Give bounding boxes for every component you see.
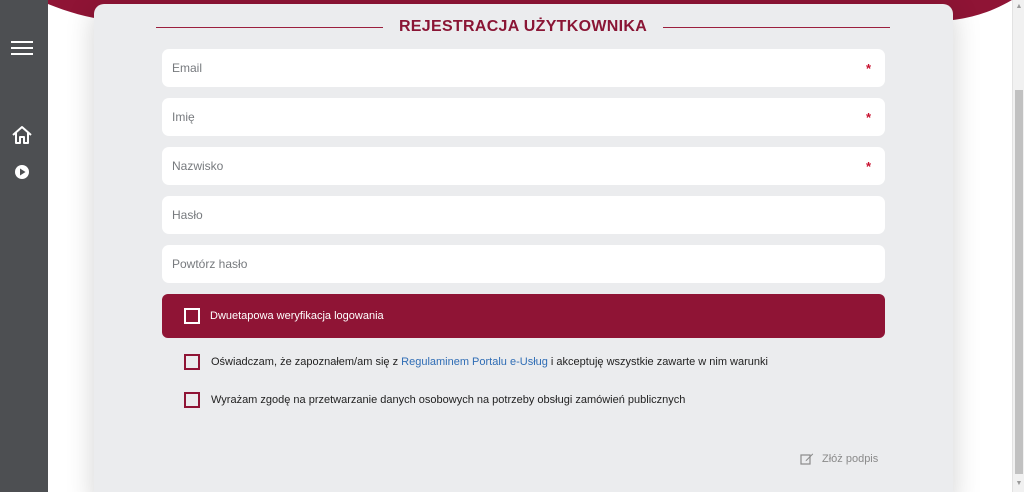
terms-text-after: i akceptuję wszystkie zawarte w nim waru… (547, 356, 768, 368)
first-name-placeholder: Imię (172, 110, 195, 124)
email-placeholder: Email (172, 61, 203, 75)
repeat-password-field[interactable]: Powtórz hasło (162, 245, 885, 283)
scroll-down-icon[interactable]: ▼ (1015, 480, 1023, 488)
scroll-thumb[interactable] (1015, 90, 1023, 474)
play-circle-icon[interactable] (10, 160, 34, 184)
data-processing-consent: Wyrażam zgodę na przetwarzanie danych os… (184, 392, 685, 408)
required-mark: * (865, 60, 871, 76)
terms-link[interactable]: Regulaminem Portalu e-Usług (401, 356, 548, 368)
terms-text-before: Oświadczam, że zapoznałem/am się z (211, 356, 402, 368)
scrollbar[interactable]: ▲ ▼ (1012, 0, 1024, 492)
edit-icon (800, 453, 814, 465)
password-placeholder: Hasło (172, 208, 203, 222)
first-name-field[interactable]: Imię * (162, 98, 885, 136)
form-title-row: REJESTRACJA UŻYTKOWNIKA (156, 16, 891, 38)
registration-card: REJESTRACJA UŻYTKOWNIKA Email * Imię * N… (94, 4, 953, 492)
form-title: REJESTRACJA UŻYTKOWNIKA (398, 18, 648, 35)
last-name-field[interactable]: Nazwisko * (162, 147, 885, 185)
data-processing-label: Wyrażam zgodę na przetwarzanie danych os… (211, 394, 686, 406)
required-mark: * (865, 158, 871, 174)
two-step-checkbox[interactable] (184, 308, 200, 324)
last-name-placeholder: Nazwisko (172, 159, 224, 173)
sign-button[interactable]: Złóż podpis (800, 452, 878, 465)
data-processing-checkbox[interactable] (184, 392, 200, 408)
two-step-verification-toggle[interactable]: Dwuetapowa weryfikacja logowania (162, 294, 885, 338)
repeat-password-placeholder: Powtórz hasło (172, 257, 248, 271)
two-step-label: Dwuetapowa weryfikacja logowania (210, 310, 384, 322)
email-field[interactable]: Email * (162, 49, 885, 87)
title-divider-left (156, 26, 383, 28)
terms-checkbox[interactable] (184, 354, 200, 370)
title-divider-right (663, 26, 891, 28)
home-icon[interactable] (10, 123, 34, 147)
terms-label: Oświadczam, że zapoznałem/am się z Regul… (211, 356, 768, 368)
hamburger-menu-icon[interactable] (10, 36, 34, 60)
password-field[interactable]: Hasło (162, 196, 885, 234)
scroll-up-icon[interactable]: ▲ (1015, 3, 1023, 11)
sidebar (0, 0, 48, 492)
terms-consent: Oświadczam, że zapoznałem/am się z Regul… (184, 354, 768, 370)
sign-label: Złóż podpis (822, 452, 879, 465)
required-mark: * (865, 109, 871, 125)
